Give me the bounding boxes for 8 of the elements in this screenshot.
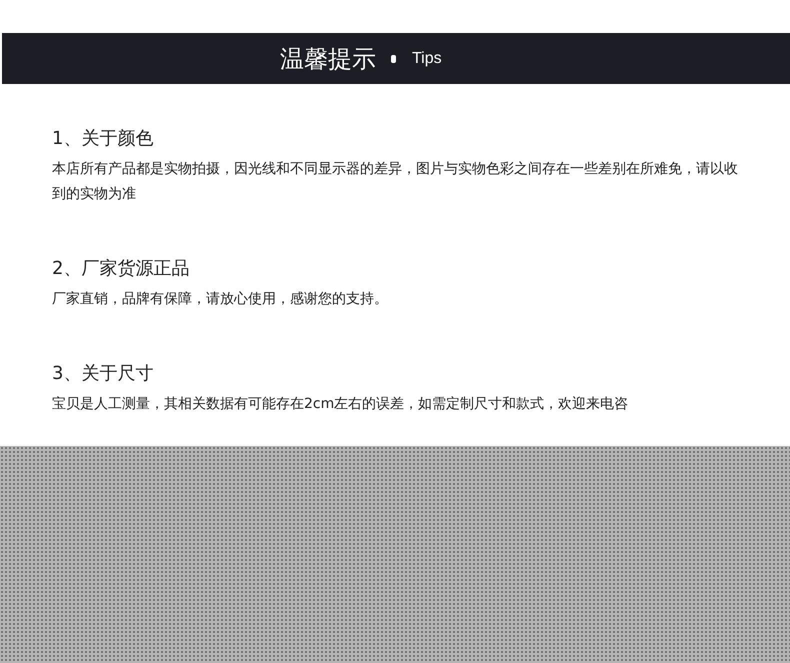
header-subtitle: Tips xyxy=(412,50,442,68)
section-text: 厂家直销，品牌有保障，请放心使用，感谢您的支持。 xyxy=(52,290,389,309)
section-heading: 3、关于尺寸 xyxy=(52,362,154,386)
section-heading: 1、关于颜色 xyxy=(52,127,154,151)
section-heading: 2、厂家货源正品 xyxy=(52,257,190,281)
section-text: 宝贝是人工测量，其相关数据有可能存在2cm左右的误差，如需定制尺寸和款式，欢迎来电咨 xyxy=(52,395,630,414)
header-title: 温馨提示 xyxy=(280,44,376,74)
section-text: 本店所有产品都是实物拍摄，因光线和不同显示器的差异，图片与实物色彩之间存在一些差别在所难免，请以收到的实物为准 xyxy=(52,160,739,204)
